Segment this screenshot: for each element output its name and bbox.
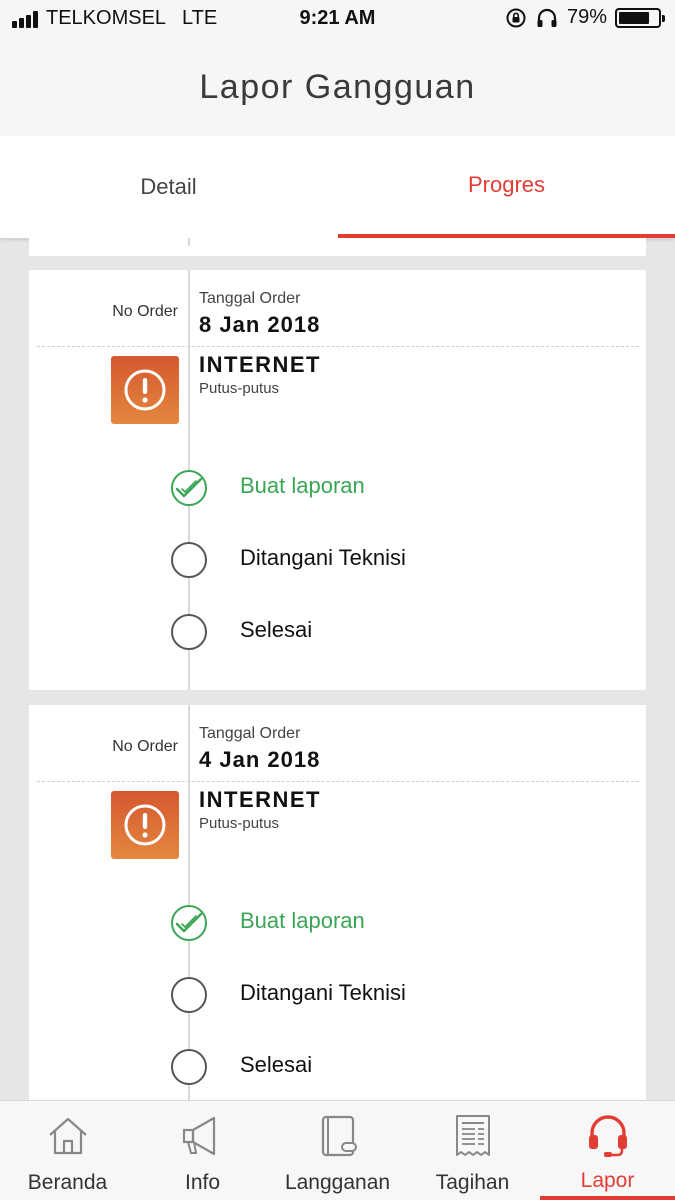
bottom-nav: Beranda Info Langganan Tagihan Lapor xyxy=(0,1100,675,1200)
empty-circle-icon xyxy=(171,1049,207,1085)
issue-type: Putus-putus xyxy=(199,815,280,832)
timeline-line xyxy=(188,238,190,246)
nav-langganan[interactable]: Langganan xyxy=(270,1101,405,1200)
step-selesai: Selesai xyxy=(240,1052,313,1077)
empty-circle-icon xyxy=(171,977,207,1013)
home-icon xyxy=(48,1117,87,1155)
page-title: Lapor Gangguan xyxy=(199,68,476,106)
alert-circle-icon xyxy=(111,791,179,859)
order-date: 8 Jan 2018 xyxy=(199,312,321,337)
receipt-icon xyxy=(455,1115,490,1156)
no-order-label: No Order xyxy=(112,303,178,320)
service-name: INTERNET xyxy=(199,352,321,377)
order-card[interactable]: No Order Tanggal Order 4 Jan 2018 INTERN… xyxy=(29,705,646,1100)
divider xyxy=(37,781,639,782)
battery-percent: 79% xyxy=(566,6,607,28)
battery-fill xyxy=(619,11,650,24)
active-nav-indicator xyxy=(540,1196,675,1200)
order-date-label: Tanggal Order xyxy=(199,725,301,742)
tab-progres[interactable]: Progres xyxy=(338,136,675,238)
status-bar: TELKOMSEL LTE 9:21 AM 79% xyxy=(0,0,675,38)
step-selesai: Selesai xyxy=(240,617,313,642)
step-ditangani-teknisi: Ditangani Teknisi xyxy=(240,980,406,1005)
megaphone-icon xyxy=(182,1116,215,1156)
status-right: 79% xyxy=(505,6,665,29)
battery-icon xyxy=(615,7,665,28)
check-circle-icon xyxy=(171,470,207,506)
check-circle-icon xyxy=(171,905,207,941)
issue-type: Putus-putus xyxy=(199,380,280,397)
order-date-label: Tanggal Order xyxy=(199,290,301,307)
order-date: 4 Jan 2018 xyxy=(199,747,321,772)
nav-label: Langganan xyxy=(284,1171,391,1194)
alert-circle-icon xyxy=(111,356,179,424)
book-icon xyxy=(321,1115,357,1157)
timeline-line xyxy=(188,705,190,1100)
previous-card-edge xyxy=(29,238,646,256)
step-buat-laporan: Buat laporan xyxy=(240,908,365,933)
service-name: INTERNET xyxy=(199,787,321,812)
order-card[interactable]: No Order Tanggal Order 8 Jan 2018 INTERN… xyxy=(29,270,646,690)
nav-label: Lapor xyxy=(580,1169,635,1192)
nav-label: Tagihan xyxy=(435,1171,510,1194)
no-order-label: No Order xyxy=(112,738,178,755)
tab-bar: Detail Progres xyxy=(0,136,675,238)
nav-lapor[interactable]: Lapor xyxy=(540,1101,675,1200)
nav-info[interactable]: Info xyxy=(135,1101,270,1200)
headset-icon xyxy=(588,1115,627,1157)
step-buat-laporan: Buat laporan xyxy=(240,473,365,498)
headphones-icon xyxy=(537,8,557,27)
nav-tagihan[interactable]: Tagihan xyxy=(405,1101,540,1200)
tab-detail[interactable]: Detail xyxy=(0,136,337,238)
empty-circle-icon xyxy=(171,614,207,650)
empty-circle-icon xyxy=(171,542,207,578)
rotation-lock-icon xyxy=(506,8,526,27)
progress-list[interactable]: No Order Tanggal Order 8 Jan 2018 INTERN… xyxy=(0,238,675,1100)
app-header: Lapor Gangguan xyxy=(0,38,675,136)
step-ditangani-teknisi: Ditangani Teknisi xyxy=(240,545,406,570)
nav-label: Info xyxy=(184,1171,221,1194)
nav-label: Beranda xyxy=(27,1171,108,1194)
divider xyxy=(37,346,639,347)
nav-beranda[interactable]: Beranda xyxy=(0,1101,135,1200)
